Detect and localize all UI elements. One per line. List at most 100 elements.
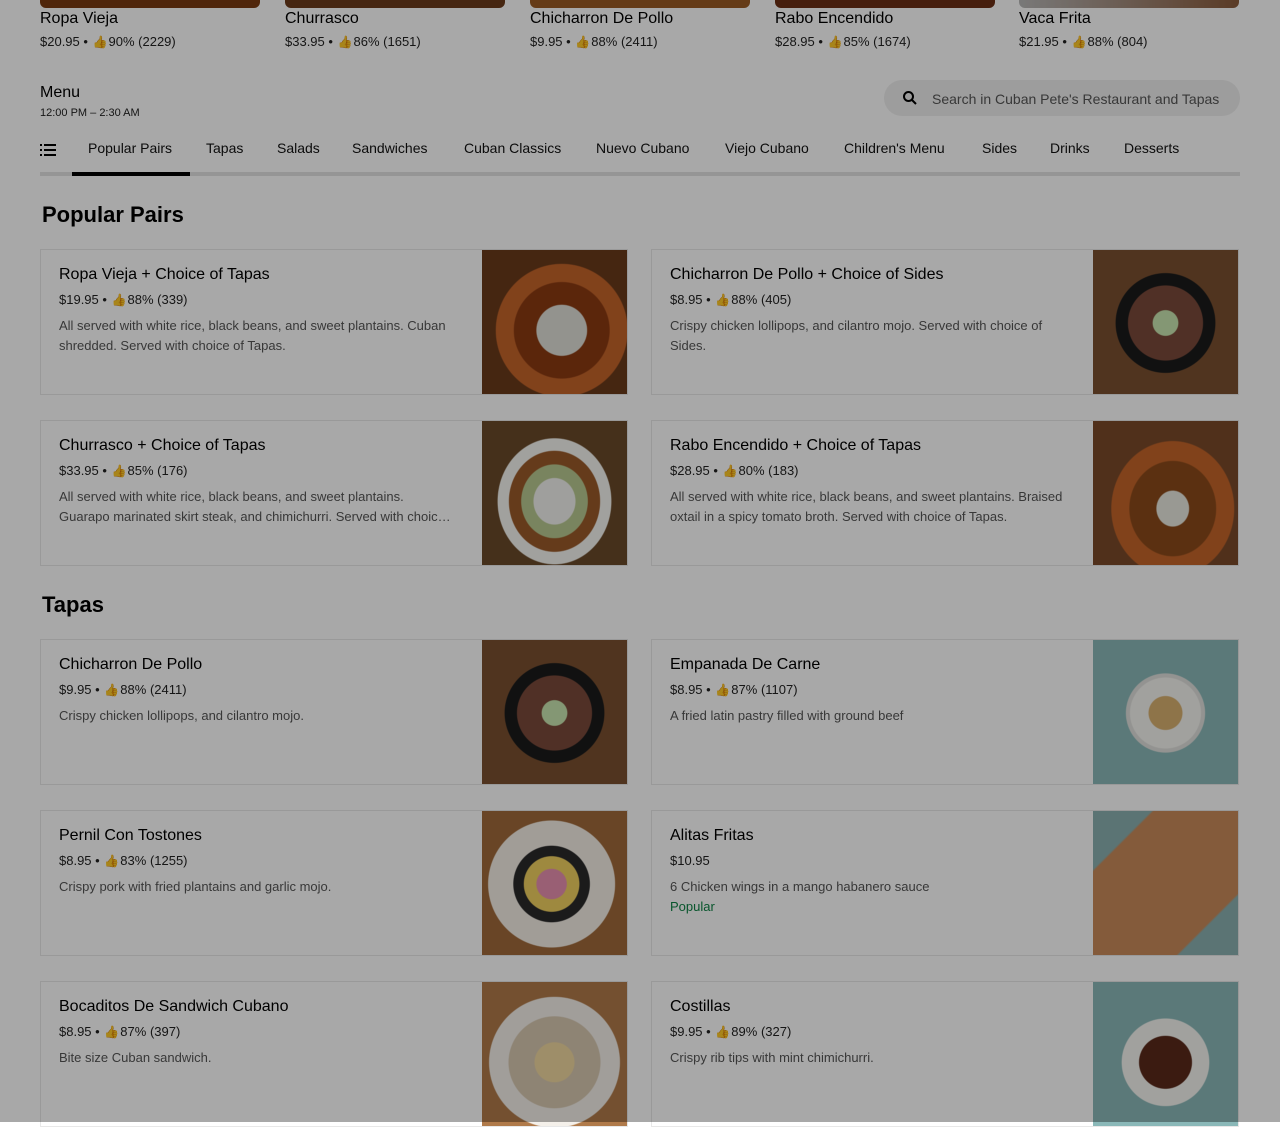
rating: 85% xyxy=(127,463,154,478)
item-meta: $8.95 • 👍87% (1107) xyxy=(670,682,798,697)
featured-item[interactable]: Ropa Vieja $20.95 • 👍90% (2229) xyxy=(40,0,260,58)
item-name: Pernil Con Tostones xyxy=(59,827,202,844)
item-name: Churrasco + Choice of Tapas xyxy=(59,437,266,454)
item-photo xyxy=(1093,811,1238,955)
item-description: A fried latin pastry filled with ground … xyxy=(670,708,904,723)
item-photo xyxy=(1093,421,1238,565)
item-name: Chicharron De Pollo + Choice of Sides xyxy=(670,266,944,283)
price: $28.95 xyxy=(775,34,815,49)
rating-count: (1651) xyxy=(383,34,421,49)
price: $8.95 xyxy=(670,292,703,307)
featured-item[interactable]: Vaca Frita $21.95 • 👍88% (804) xyxy=(1019,0,1239,58)
tab-popular-pairs[interactable]: Popular Pairs xyxy=(88,140,172,156)
search-box[interactable] xyxy=(884,80,1240,116)
tab-childrens-menu[interactable]: Children's Menu xyxy=(844,140,945,156)
rating-count: (339) xyxy=(157,292,188,307)
thumbs-up-icon: 👍 xyxy=(575,35,591,49)
price: $28.95 xyxy=(670,463,710,478)
thumbs-up-icon: 👍 xyxy=(104,683,120,697)
price: $9.95 xyxy=(59,682,92,697)
item-photo xyxy=(1093,640,1238,784)
thumbs-up-icon: 👍 xyxy=(104,854,120,868)
item-meta: $8.95 • 👍83% (1255) xyxy=(59,853,188,868)
item-meta: $8.95 • 👍88% (405) xyxy=(670,292,792,307)
price: $33.95 xyxy=(59,463,99,478)
menu-hours: 12:00 PM – 2:30 AM xyxy=(40,107,140,119)
tab-tapas[interactable]: Tapas xyxy=(206,140,243,156)
item-description: All served with white rice, black beans,… xyxy=(670,489,1063,524)
item-photo xyxy=(482,982,627,1126)
item-meta: $10.95 xyxy=(670,853,710,868)
menu-item-card[interactable]: Bocaditos De Sandwich Cubano $8.95 • 👍87… xyxy=(40,981,628,1127)
menu-item-card[interactable]: Alitas Fritas $10.95 6 Chicken wings in … xyxy=(651,810,1239,956)
item-photo xyxy=(482,250,627,394)
item-description: Crispy chicken lollipops, and cilantro m… xyxy=(670,318,1043,353)
rating: 88% xyxy=(127,292,154,307)
item-photo xyxy=(482,421,627,565)
menu-item-card[interactable]: Rabo Encendido + Choice of Tapas $28.95 … xyxy=(651,420,1239,566)
rating-count: (397) xyxy=(149,1024,181,1039)
thumbs-up-icon: 👍 xyxy=(827,35,843,49)
rating-count: (2229) xyxy=(138,34,176,49)
featured-item-image xyxy=(775,0,995,8)
thumbs-up-icon: 👍 xyxy=(1071,35,1087,49)
tab-salads[interactable]: Salads xyxy=(277,140,320,156)
menu-item-card[interactable]: Chicharron De Pollo $9.95 • 👍88% (2411) … xyxy=(40,639,628,785)
tab-sandwiches[interactable]: Sandwiches xyxy=(352,140,428,156)
rating: 86% xyxy=(353,34,380,49)
featured-item[interactable]: Churrasco $33.95 • 👍86% (1651) xyxy=(285,0,505,58)
item-name: Empanada De Carne xyxy=(670,656,821,673)
tab-drinks[interactable]: Drinks xyxy=(1050,140,1090,156)
item-description: Crispy chicken lollipops, and cilantro m… xyxy=(59,708,304,723)
item-description: All served with white rice, black beans,… xyxy=(59,489,445,524)
list-icon[interactable] xyxy=(40,143,56,157)
tabs-divider xyxy=(40,172,1240,176)
item-description: Bite size Cuban sandwich. xyxy=(59,1050,212,1065)
featured-items-strip: Ropa Vieja $20.95 • 👍90% (2229) Churrasc… xyxy=(40,0,1240,58)
item-photo xyxy=(482,811,627,955)
item-name: Costillas xyxy=(670,998,731,1015)
price: $19.95 xyxy=(59,292,99,307)
price: $8.95 xyxy=(59,853,92,868)
active-tab-indicator xyxy=(72,172,190,176)
item-meta: $28.95 • 👍80% (183) xyxy=(670,463,799,478)
thumbs-up-icon: 👍 xyxy=(104,1025,120,1039)
featured-item-meta: $21.95 • 👍88% (804) xyxy=(1019,34,1148,49)
tab-cuban-classics[interactable]: Cuban Classics xyxy=(464,140,561,156)
featured-item[interactable]: Chicharron De Pollo $9.95 • 👍88% (2411) xyxy=(530,0,750,58)
item-photo xyxy=(1093,250,1238,394)
rating-count: (327) xyxy=(760,1024,792,1039)
rating: 80% xyxy=(738,463,765,478)
restaurant-menu-page: Ropa Vieja $20.95 • 👍90% (2229) Churrasc… xyxy=(0,0,1280,1127)
item-meta: $19.95 • 👍88% (339) xyxy=(59,292,188,307)
menu-item-card[interactable]: Empanada De Carne $8.95 • 👍87% (1107) A … xyxy=(651,639,1239,785)
menu-item-card[interactable]: Churrasco + Choice of Tapas $33.95 • 👍85… xyxy=(40,420,628,566)
tab-nuevo-cubano[interactable]: Nuevo Cubano xyxy=(596,140,689,156)
rating: 87% xyxy=(120,1024,147,1039)
featured-item[interactable]: Rabo Encendido $28.95 • 👍85% (1674) xyxy=(775,0,995,58)
menu-item-card[interactable]: Pernil Con Tostones $8.95 • 👍83% (1255) … xyxy=(40,810,628,956)
price: $33.95 xyxy=(285,34,325,49)
rating: 88% xyxy=(120,682,147,697)
menu-item-card[interactable]: Chicharron De Pollo + Choice of Sides $8… xyxy=(651,249,1239,395)
tab-desserts[interactable]: Desserts xyxy=(1124,140,1179,156)
thumbs-up-icon: 👍 xyxy=(715,683,731,697)
tab-viejo-cubano[interactable]: Viejo Cubano xyxy=(725,140,809,156)
price: $20.95 xyxy=(40,34,80,49)
popular-badge: Popular xyxy=(670,899,715,914)
thumbs-up-icon: 👍 xyxy=(92,35,108,49)
menu-item-card[interactable]: Ropa Vieja + Choice of Tapas $19.95 • 👍8… xyxy=(40,249,628,395)
rating: 88% xyxy=(591,34,618,49)
featured-item-name: Vaca Frita xyxy=(1019,10,1091,27)
category-tabs: Popular Pairs Tapas Salads Sandwiches Cu… xyxy=(40,128,1240,178)
search-icon xyxy=(903,91,917,105)
section-title-tapas: Tapas xyxy=(42,592,104,617)
tab-sides[interactable]: Sides xyxy=(982,140,1017,156)
search-input[interactable] xyxy=(930,88,1234,110)
featured-item-image xyxy=(530,0,750,8)
item-description: All served with white rice, black beans,… xyxy=(59,318,446,353)
thumbs-up-icon: 👍 xyxy=(111,293,127,307)
rating: 88% xyxy=(1087,34,1114,49)
item-meta: $9.95 • 👍88% (2411) xyxy=(59,682,187,697)
menu-item-card[interactable]: Costillas $9.95 • 👍89% (327) Crispy rib … xyxy=(651,981,1239,1127)
